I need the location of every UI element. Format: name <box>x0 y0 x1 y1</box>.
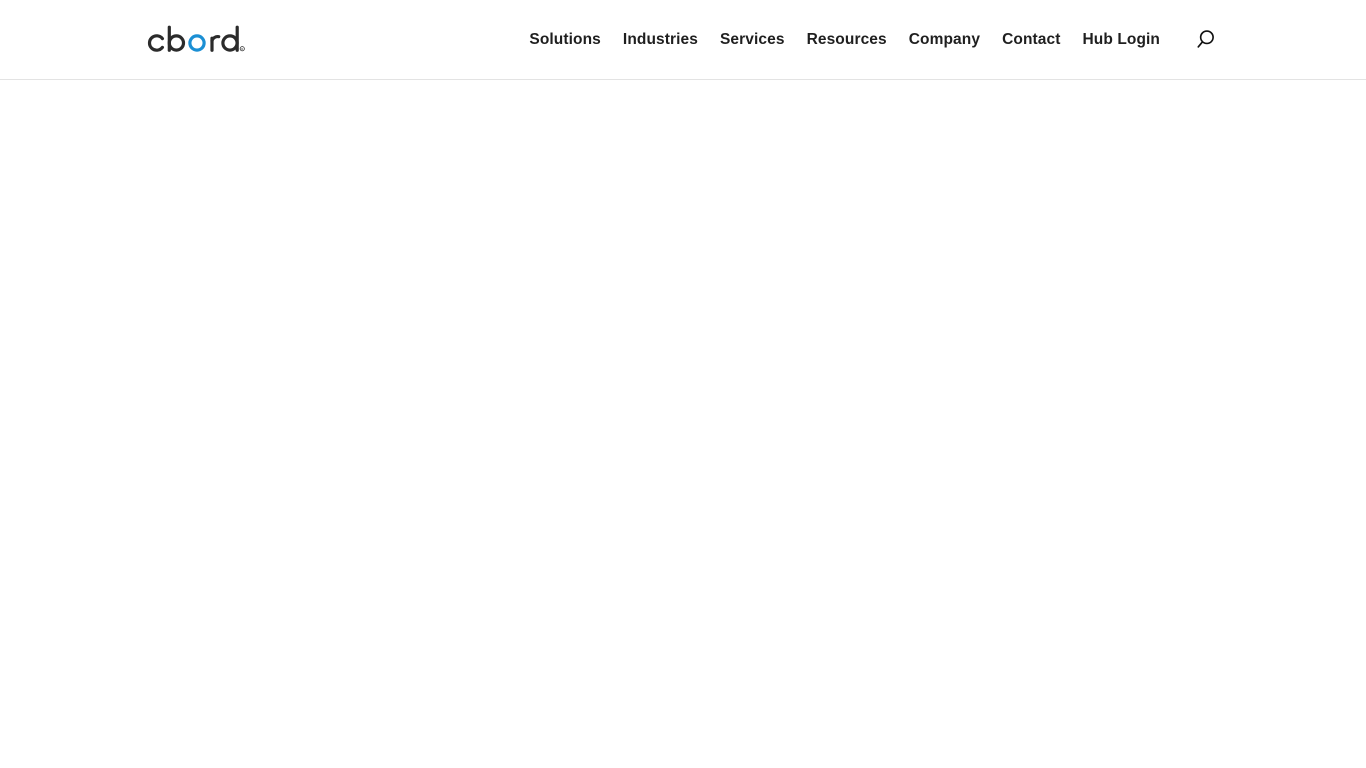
nav-list: Solutions Industries Services Resources … <box>518 30 1171 50</box>
nav-item-industries[interactable]: Industries <box>612 30 709 50</box>
header-inner: CBORD R <box>0 0 1366 79</box>
search-icon <box>1196 30 1214 48</box>
nav-item-services[interactable]: Services <box>709 30 796 50</box>
nav-item-resources[interactable]: Resources <box>796 30 898 50</box>
nav-link-hub-login[interactable]: Hub Login <box>1071 30 1171 50</box>
nav-link-industries[interactable]: Industries <box>612 30 709 50</box>
nav-item-company[interactable]: Company <box>898 30 991 50</box>
nav-link-contact[interactable]: Contact <box>991 30 1071 50</box>
nav-link-solutions[interactable]: Solutions <box>518 30 612 50</box>
cbord-logo: CBORD R <box>147 25 245 52</box>
svg-text:R: R <box>241 47 243 51</box>
nav-item-solutions[interactable]: Solutions <box>518 30 612 50</box>
site-header: CBORD R <box>0 0 1366 80</box>
nav-item-contact[interactable]: Contact <box>991 30 1071 50</box>
primary-navigation: Solutions Industries Services Resources … <box>518 25 1220 55</box>
nav-link-company[interactable]: Company <box>898 30 991 50</box>
site-logo-link[interactable]: CBORD R <box>144 25 252 55</box>
nav-link-resources[interactable]: Resources <box>796 30 898 50</box>
search-toggle-button[interactable] <box>1190 25 1220 55</box>
nav-link-services[interactable]: Services <box>709 30 796 50</box>
nav-item-hub-login[interactable]: Hub Login <box>1071 30 1171 50</box>
page-content-area <box>0 80 1366 768</box>
